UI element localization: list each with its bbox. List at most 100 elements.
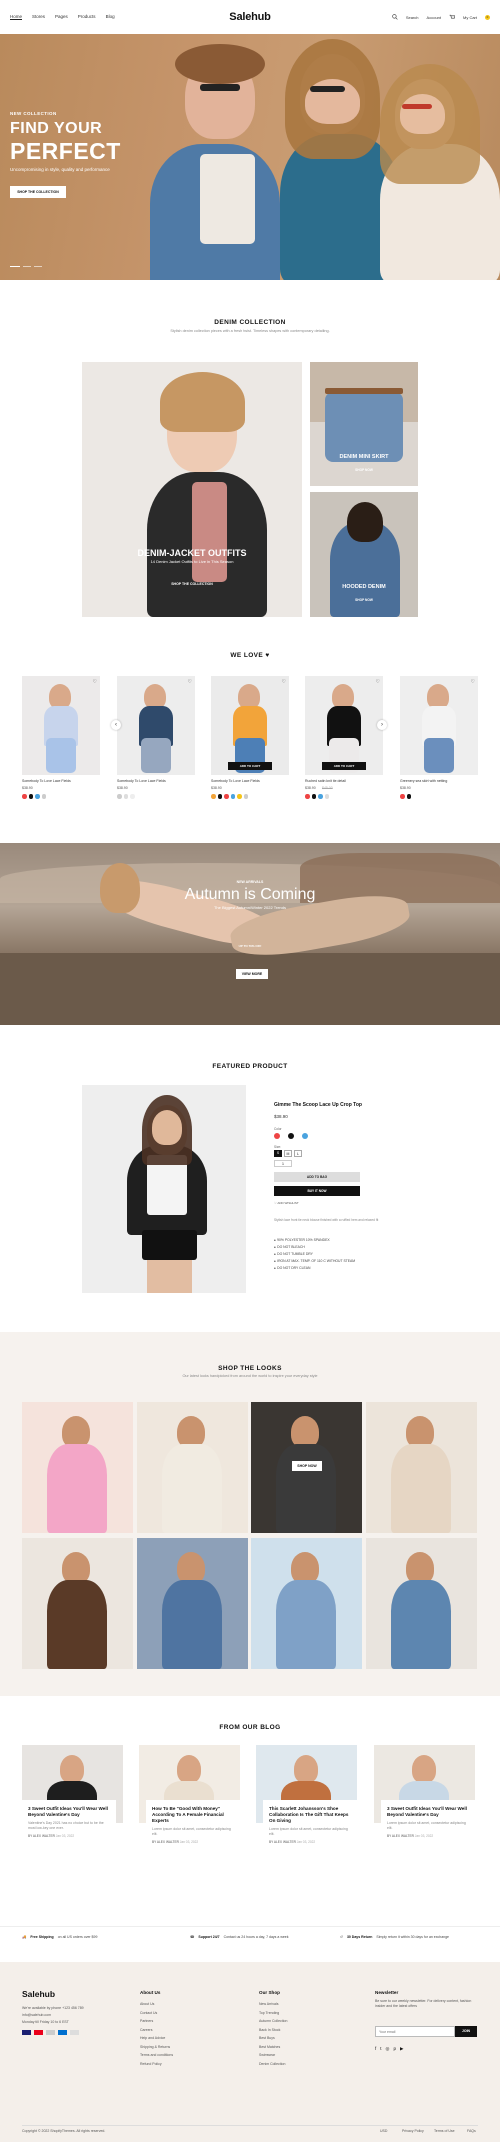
footer-link[interactable]: Contact Us bbox=[140, 2011, 157, 2015]
product-card[interactable]: ♡ bbox=[400, 676, 478, 775]
denim-title: DENIM COLLECTION bbox=[214, 319, 286, 326]
twitter-icon[interactable]: t bbox=[380, 2046, 381, 2052]
blog-post-title[interactable]: 3 Sweet Outfit Ideas You'll Wear Well Be… bbox=[387, 1806, 469, 1818]
search-link[interactable]: Search bbox=[406, 15, 419, 20]
wishlist-heart-icon[interactable]: ♡ bbox=[93, 679, 97, 685]
footer-email[interactable]: info@salehub.com bbox=[22, 2013, 51, 2017]
product-name[interactable]: Somebody To Love Lace Fields bbox=[117, 779, 195, 783]
denim-skirt-tile[interactable]: DENIM MINI SKIRT SHOP NOW bbox=[310, 362, 418, 486]
footer-link[interactable]: Back In Stock bbox=[259, 2028, 280, 2032]
footer-link[interactable]: About Us bbox=[140, 2002, 154, 2006]
blog-post-title[interactable]: 3 Sweet Outfit Ideas You'll Wear Well Be… bbox=[28, 1806, 110, 1818]
site-logo[interactable]: Salehub bbox=[229, 11, 271, 23]
nav-products[interactable]: Products bbox=[78, 14, 96, 20]
currency-selector[interactable]: USD bbox=[380, 2129, 387, 2133]
color-swatches[interactable] bbox=[211, 794, 248, 799]
product-name[interactable]: Ruched satin knit tie detail bbox=[305, 779, 383, 783]
product-card[interactable]: ♡ bbox=[22, 676, 100, 775]
look-tile[interactable] bbox=[137, 1402, 248, 1533]
size-m[interactable]: M bbox=[284, 1150, 292, 1157]
looks-title: SHOP THE LOOKS bbox=[218, 1365, 282, 1372]
hooded-denim-button[interactable]: SHOP NOW bbox=[310, 598, 418, 602]
product-price: $38.90 bbox=[117, 786, 128, 790]
nav-stores[interactable]: Stores bbox=[32, 14, 45, 20]
product-card[interactable]: ♡ ADD TO CART bbox=[305, 676, 383, 775]
size-s[interactable]: S bbox=[274, 1150, 282, 1157]
look-tile[interactable] bbox=[366, 1402, 477, 1533]
footer-link[interactable]: Partners bbox=[140, 2019, 153, 2023]
autumn-small-text: UP TO 70% OFF bbox=[238, 944, 262, 948]
look-tile[interactable] bbox=[22, 1402, 133, 1533]
footer-link[interactable]: New Arrivals bbox=[259, 2002, 278, 2006]
footer-link[interactable]: Careers bbox=[140, 2028, 152, 2032]
color-swatches[interactable] bbox=[274, 1133, 308, 1139]
facebook-icon[interactable]: f bbox=[375, 2046, 376, 2052]
account-link[interactable]: Account bbox=[427, 15, 441, 20]
privacy-link[interactable]: Privacy Policy bbox=[402, 2129, 424, 2133]
wishlist-heart-icon[interactable]: ♡ bbox=[282, 679, 286, 685]
product-name[interactable]: Greenery sea skirt with netting bbox=[400, 779, 478, 783]
quantity-stepper[interactable]: 1 bbox=[274, 1160, 292, 1167]
carousel-next-arrow[interactable]: › bbox=[377, 720, 387, 730]
slider-dots[interactable] bbox=[10, 266, 42, 267]
pinterest-icon[interactable]: p bbox=[393, 2046, 396, 2052]
denim-jacket-tile[interactable]: DENIM-JACKET OUTFITS 14 Denim Jacket Out… bbox=[82, 362, 302, 617]
wishlist-heart-icon[interactable]: ♡ bbox=[376, 679, 380, 685]
nav-blog[interactable]: Blog bbox=[106, 14, 115, 20]
add-wishlist-link[interactable]: ♡ ADD WISHLIST bbox=[274, 1201, 299, 1205]
nav-home[interactable]: Home bbox=[10, 14, 23, 20]
footer-link[interactable]: Autumn Collection bbox=[259, 2019, 287, 2023]
footer-link[interactable]: Shipping & Returns bbox=[140, 2045, 170, 2049]
look-tile[interactable] bbox=[366, 1538, 477, 1669]
denim-skirt-button[interactable]: SHOP NOW bbox=[310, 468, 418, 472]
color-swatches[interactable] bbox=[22, 794, 46, 799]
color-swatches[interactable] bbox=[305, 794, 329, 799]
look-tile[interactable] bbox=[22, 1538, 133, 1669]
footer-link[interactable]: Denim Collection bbox=[259, 2062, 285, 2066]
footer-hours: Monday till Friday 10 to 6 EST bbox=[22, 2020, 69, 2024]
nav-pages[interactable]: Pages bbox=[55, 14, 68, 20]
look-tile[interactable] bbox=[251, 1538, 362, 1669]
view-more-button[interactable]: VIEW MORE bbox=[236, 969, 268, 979]
footer-link[interactable]: Top Trending bbox=[259, 2011, 279, 2015]
denim-jacket-button[interactable]: SHOP THE COLLECTION bbox=[82, 582, 302, 586]
add-to-cart-button[interactable]: ADD TO CART bbox=[322, 762, 366, 770]
cart-icon[interactable] bbox=[449, 14, 455, 20]
add-to-bag-button[interactable]: ADD TO BAG bbox=[274, 1172, 360, 1182]
footer-link[interactable]: Help and Advice bbox=[140, 2036, 165, 2040]
instagram-icon[interactable]: ◎ bbox=[386, 2046, 390, 2052]
shop-collection-button[interactable]: SHOP THE COLLECTION bbox=[10, 186, 66, 198]
buy-now-button[interactable]: BUY IT NOW bbox=[274, 1186, 360, 1196]
blog-post-title[interactable]: This Scarlett Johansson's Shoe Collabora… bbox=[269, 1806, 351, 1824]
footer-logo[interactable]: Salehub bbox=[22, 1989, 55, 1999]
faqs-link[interactable]: FAQs bbox=[467, 2129, 476, 2133]
size-options[interactable]: S M L bbox=[274, 1150, 302, 1157]
color-swatches[interactable] bbox=[400, 794, 411, 799]
wishlist-heart-icon[interactable]: ♡ bbox=[471, 679, 475, 685]
product-name[interactable]: Somebody To Love Lace Fields bbox=[22, 779, 100, 783]
cart-link[interactable]: My Cart bbox=[463, 15, 477, 20]
terms-link[interactable]: Terms of Use bbox=[434, 2129, 455, 2133]
size-l[interactable]: L bbox=[294, 1150, 302, 1157]
color-swatches[interactable] bbox=[117, 794, 135, 799]
newsletter-email-input[interactable] bbox=[375, 2026, 455, 2037]
footer-link[interactable]: Best Matches bbox=[259, 2045, 280, 2049]
carousel-prev-arrow[interactable]: ‹ bbox=[111, 720, 121, 730]
footer-link[interactable]: Best Buys bbox=[259, 2036, 275, 2040]
search-icon[interactable] bbox=[392, 14, 398, 20]
shop-now-button[interactable]: SHOP NOW bbox=[292, 1461, 322, 1471]
product-name[interactable]: Somebody To Love Lace Fields bbox=[211, 779, 289, 783]
wishlist-heart-icon[interactable]: ♡ bbox=[188, 679, 192, 685]
footer-link[interactable]: Swimwear bbox=[259, 2053, 275, 2057]
newsletter-join-button[interactable]: JOIN bbox=[455, 2026, 477, 2037]
footer: Salehub We're available by phone +123 45… bbox=[0, 1962, 500, 2142]
blog-post-title[interactable]: How To Be "Good With Money" According To… bbox=[152, 1806, 234, 1824]
product-card[interactable]: ♡ bbox=[117, 676, 195, 775]
product-card[interactable]: ♡ ADD TO CART bbox=[211, 676, 289, 775]
add-to-cart-button[interactable]: ADD TO CART bbox=[228, 762, 272, 770]
footer-link[interactable]: Terms and conditions bbox=[140, 2053, 173, 2057]
footer-link[interactable]: Refund Policy bbox=[140, 2062, 162, 2066]
hooded-denim-tile[interactable]: HOODED DENIM SHOP NOW bbox=[310, 492, 418, 617]
look-tile[interactable] bbox=[137, 1538, 248, 1669]
youtube-icon[interactable]: ▶ bbox=[400, 2046, 403, 2052]
